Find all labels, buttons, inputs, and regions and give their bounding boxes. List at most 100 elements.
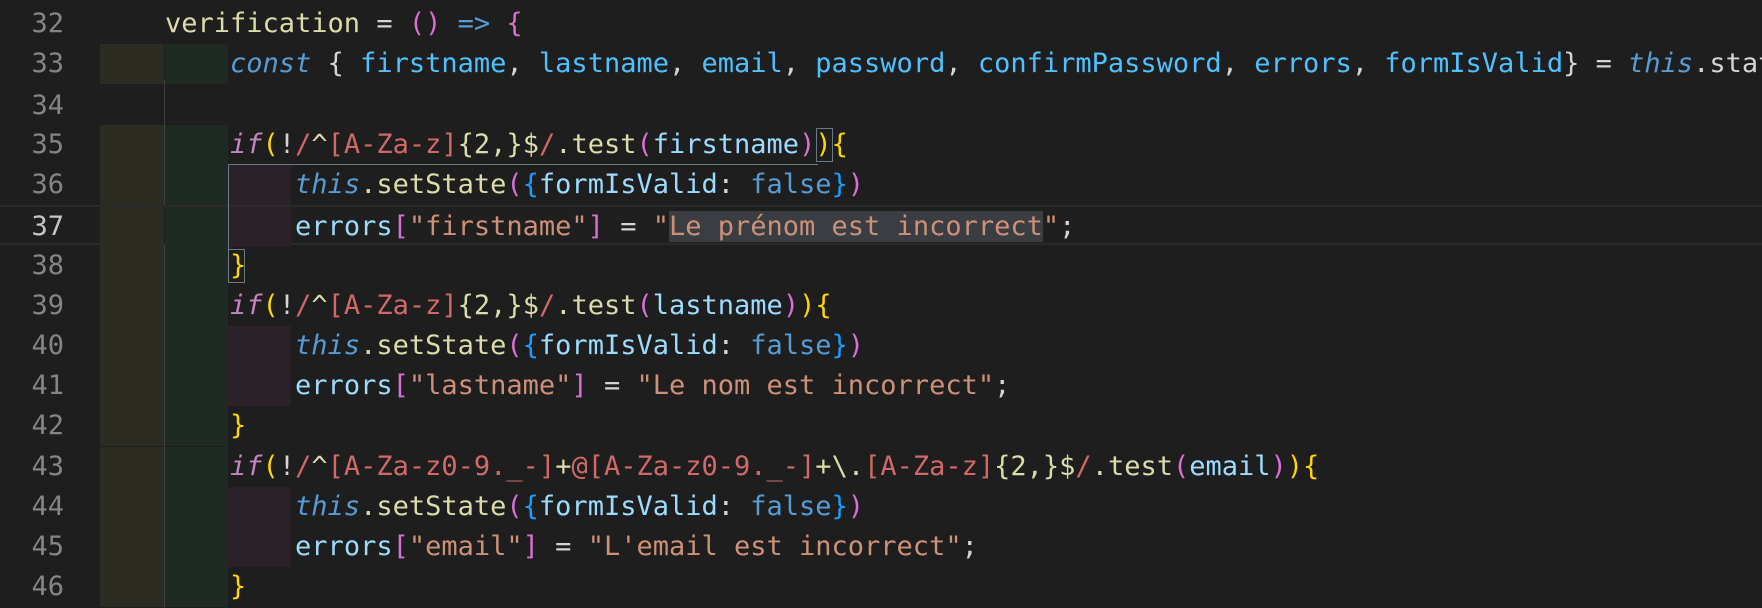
- code-text: errors["firstname"] = "Le prénom est inc…: [165, 207, 1075, 247]
- code-token: verification: [165, 8, 361, 39]
- code-token: false: [750, 491, 832, 522]
- code-token: }: [831, 169, 848, 200]
- code-line[interactable]: 39 if(!/^[A-Za-z]{2,}$/.test(lastname)){: [0, 286, 1762, 326]
- code-token: ): [799, 290, 816, 321]
- code-token: errors: [295, 370, 393, 401]
- code-token: {: [1303, 451, 1320, 482]
- code-text: this.setState({formIsValid: false}): [165, 165, 864, 205]
- code-token: [: [392, 211, 409, 242]
- line-number[interactable]: 37: [0, 207, 64, 247]
- line-number[interactable]: 38: [0, 246, 64, 286]
- code-line[interactable]: 43 if(!/^[A-Za-z0-9._-]+@[A-Za-z0-9._-]+…: [0, 447, 1762, 487]
- code-token: @: [571, 451, 588, 482]
- line-number[interactable]: 43: [0, 447, 64, 487]
- code-token: ): [799, 129, 816, 160]
- code-text: errors["lastname"] = "Le nom est incorre…: [165, 366, 1010, 406]
- code-token: false: [750, 330, 832, 361]
- code-token: ^: [311, 451, 328, 482]
- code-token: lastname: [652, 290, 783, 321]
- code-token: {: [311, 48, 361, 79]
- code-token: /: [295, 290, 312, 321]
- code-line[interactable]: 34: [0, 86, 1762, 126]
- code-token: ^: [311, 129, 328, 160]
- code-token: formIsValid: [538, 491, 718, 522]
- code-token: {: [506, 8, 523, 39]
- code-token: ): [847, 491, 865, 522]
- code-token: :: [717, 491, 751, 522]
- code-line[interactable]: 37 errors["firstname"] = "Le prénom est …: [0, 205, 1762, 247]
- bracket-scope-outline: [228, 165, 230, 249]
- code-token: "lastname": [408, 370, 572, 401]
- code-token: ^: [311, 290, 328, 321]
- code-line[interactable]: 44 this.setState({formIsValid: false}): [0, 487, 1762, 527]
- code-line[interactable]: 38 }: [0, 246, 1762, 286]
- code-token: [: [392, 531, 409, 562]
- code-token: !: [278, 129, 296, 160]
- line-number[interactable]: 42: [0, 406, 64, 446]
- code-token: ,: [945, 48, 978, 79]
- line-number[interactable]: 35: [0, 125, 64, 165]
- code-token: }: [831, 330, 848, 361]
- line-number[interactable]: 39: [0, 286, 64, 326]
- code-token: (: [636, 129, 653, 160]
- code-token: ;: [1059, 211, 1076, 242]
- code-line[interactable]: 35 if(!/^[A-Za-z]{2,}$/.test(firstname))…: [0, 125, 1762, 165]
- indent-guide: [100, 567, 164, 607]
- line-number[interactable]: 36: [0, 165, 64, 205]
- line-number[interactable]: 40: [0, 326, 64, 366]
- code-token: [A-Za-z]: [327, 129, 458, 160]
- code-token: formIsValid: [1384, 48, 1564, 79]
- code-token: /: [295, 129, 312, 160]
- indent-guide: [100, 406, 164, 446]
- code-token: ): [1270, 451, 1287, 482]
- code-token: ,: [506, 48, 539, 79]
- code-token: "Le nom est incorrect": [636, 370, 995, 401]
- code-token: ": [652, 211, 669, 242]
- code-line[interactable]: 46 }: [0, 567, 1762, 607]
- code-token: .setState: [360, 491, 507, 522]
- code-editor[interactable]: 32 verification = () => {33 const { first…: [0, 0, 1762, 608]
- code-token: =: [360, 8, 409, 39]
- code-line[interactable]: 32 verification = () => {: [0, 4, 1762, 44]
- code-token: =: [538, 531, 588, 562]
- code-token: .test: [1091, 451, 1173, 482]
- code-token: ]: [522, 531, 539, 562]
- indent-guide: [100, 326, 164, 366]
- code-token: this: [295, 330, 361, 361]
- line-number[interactable]: 41: [0, 366, 64, 406]
- code-line[interactable]: 42 }: [0, 406, 1762, 446]
- code-token: }: [230, 410, 247, 441]
- code-line[interactable]: 33 const { firstname, lastname, email, p…: [0, 44, 1762, 84]
- code-token: :: [717, 330, 751, 361]
- code-line[interactable]: 45 errors["email"] = "L'email est incorr…: [0, 527, 1762, 567]
- code-line[interactable]: 36 this.setState({formIsValid: false}): [0, 165, 1762, 205]
- code-token: ,: [782, 48, 816, 79]
- code-token: firstname: [652, 129, 800, 160]
- line-number[interactable]: 46: [0, 567, 64, 607]
- code-token: !: [278, 290, 296, 321]
- code-token: this: [295, 169, 361, 200]
- code-token: (: [636, 290, 653, 321]
- code-token: $: [522, 290, 539, 321]
- code-token: /: [295, 451, 312, 482]
- line-number[interactable]: 44: [0, 487, 64, 527]
- line-number[interactable]: 32: [0, 4, 64, 44]
- code-line[interactable]: 41 errors["lastname"] = "Le nom est inco…: [0, 366, 1762, 406]
- code-text: if(!/^[A-Za-z]{2,}$/.test(lastname)){: [165, 286, 832, 326]
- line-number[interactable]: 34: [0, 86, 64, 126]
- code-token: const: [230, 48, 312, 79]
- line-number[interactable]: 33: [0, 44, 64, 84]
- code-token: ]: [571, 370, 588, 401]
- code-token: [A-Za-z]: [327, 290, 458, 321]
- code-token: {2,}: [457, 129, 523, 160]
- code-line[interactable]: 40 this.setState({formIsValid: false}): [0, 326, 1762, 366]
- code-token: (): [408, 8, 442, 39]
- line-number[interactable]: 45: [0, 527, 64, 567]
- code-token: (: [262, 129, 279, 160]
